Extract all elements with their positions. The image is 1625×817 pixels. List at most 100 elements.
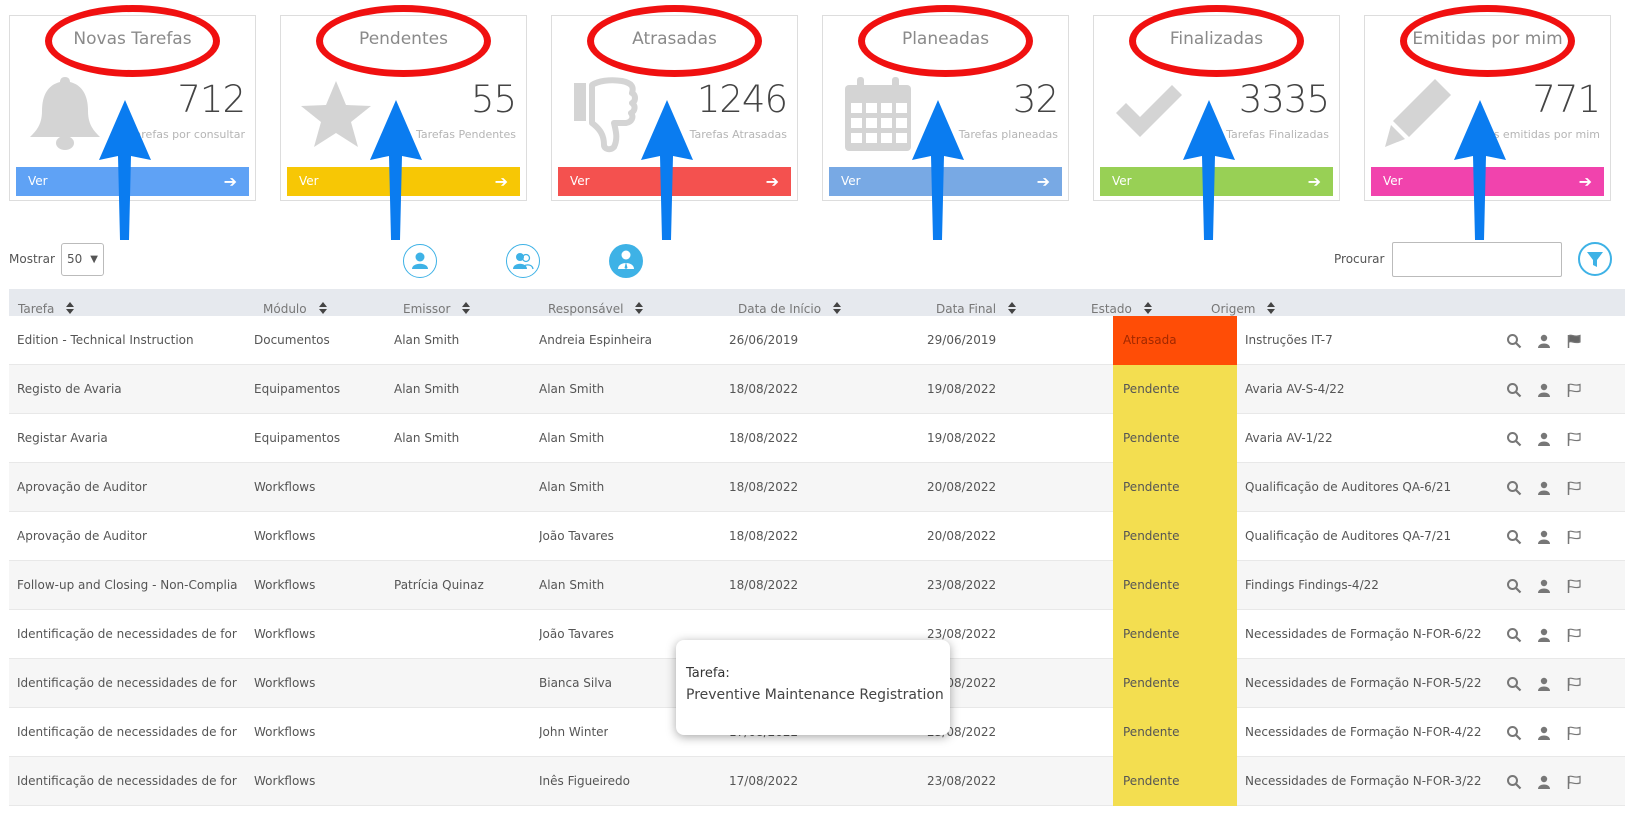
search-icon[interactable]	[1506, 725, 1522, 741]
table-row[interactable]: Registo de Avaria Equipamentos Alan Smith A…	[9, 365, 1625, 414]
view-button[interactable]: Ver ➔	[829, 167, 1062, 196]
flag-icon[interactable]	[1566, 676, 1582, 692]
table-row[interactable]: Follow-up and Closing - Non-Complia... Wo…	[9, 561, 1625, 610]
user-icon[interactable]	[1536, 578, 1552, 594]
search-icon[interactable]	[1506, 676, 1522, 692]
cell-origem: Instruções IT-7	[1245, 333, 1333, 347]
user-icon[interactable]	[1536, 725, 1552, 741]
cell-responsavel: Andreia Espinheira	[539, 333, 652, 347]
cell-origem: Findings Findings-4/22	[1245, 578, 1379, 592]
user-icon[interactable]	[1536, 627, 1552, 643]
cell-modulo: Workflows	[254, 578, 316, 592]
flag-icon[interactable]	[1566, 529, 1582, 545]
card-title: Planeadas	[901, 29, 990, 49]
cell-origem: Avaria AV-S-4/22	[1245, 382, 1345, 396]
view-button[interactable]: Ver ➔	[287, 167, 520, 196]
view-button-label: Ver	[299, 174, 319, 188]
flag-icon[interactable]	[1566, 578, 1582, 594]
user-icon[interactable]	[1536, 480, 1552, 496]
column-header-label: Responsável	[548, 302, 624, 316]
table-row[interactable]: Edition - Technical Instruction Documento…	[9, 316, 1625, 365]
cell-origem: Necessidades de Formação N-FOR-3/22	[1245, 774, 1482, 788]
cell-inicio: 26/06/2019	[729, 333, 799, 347]
summary-card: Emitidas por mim 771 as emitidas por mim Ve…	[1364, 15, 1611, 201]
search-icon[interactable]	[1506, 627, 1522, 643]
view-button[interactable]: Ver ➔	[1371, 167, 1604, 196]
column-header-label: Estado	[1091, 302, 1132, 316]
card-subtitle: Tarefas Pendentes	[415, 128, 516, 141]
table-row[interactable]: Aprovação de Auditor Workflows Alan Smith 1…	[9, 463, 1625, 512]
user-icon[interactable]	[1536, 333, 1552, 349]
cell-final: 29/06/2019	[927, 333, 997, 347]
summary-card: Finalizadas 3335 Tarefas Finalizadas Ver ➔	[1093, 15, 1340, 201]
search-input[interactable]	[1392, 242, 1562, 277]
cell-final: 23/08/2022	[927, 578, 997, 592]
cell-responsavel: Inês Figueiredo	[539, 774, 630, 788]
flag-icon[interactable]	[1566, 333, 1582, 349]
cell-tarefa: Edition - Technical Instruction	[17, 333, 194, 347]
card-value: 3335	[1238, 78, 1330, 121]
cell-modulo: Workflows	[254, 774, 316, 788]
user-icon[interactable]	[1536, 431, 1552, 447]
filter-button[interactable]	[1578, 242, 1612, 276]
column-header-label: Tarefa	[18, 302, 55, 316]
arrow-right-icon: ➔	[1036, 172, 1050, 191]
card-title: Emitidas por mim	[1412, 29, 1563, 49]
table-row[interactable]: Aprovação de Auditor Workflows João Tavare…	[9, 512, 1625, 561]
search-icon[interactable]	[1506, 774, 1522, 790]
summary-card: Atrasadas 1246 Tarefas Atrasadas Ver ➔	[551, 15, 798, 201]
cell-modulo: Workflows	[254, 529, 316, 543]
cell-origem: Necessidades de Formação N-FOR-5/22	[1245, 676, 1482, 690]
arrow-right-icon: ➔	[765, 172, 779, 191]
flag-icon[interactable]	[1566, 480, 1582, 496]
table-row[interactable]: Registar Avaria Equipamentos Alan Smith Ala…	[9, 414, 1625, 463]
tooltip-label: Tarefa:	[686, 666, 730, 681]
flag-icon[interactable]	[1566, 382, 1582, 398]
card-subtitle: Tarefas Atrasadas	[689, 128, 787, 141]
card-value: 712	[177, 78, 246, 121]
cell-modulo: Workflows	[254, 480, 316, 494]
cell-tarefa: Registo de Avaria	[17, 382, 122, 396]
arrow-right-icon: ➔	[494, 172, 508, 191]
table-row[interactable]: Identificação de necessidades de form...…	[9, 757, 1625, 806]
view-button[interactable]: Ver ➔	[1100, 167, 1333, 196]
group-tasks-button[interactable]	[506, 244, 540, 278]
user-icon[interactable]	[1536, 382, 1552, 398]
cell-tarefa: Identificação de necessidades de form...	[17, 725, 237, 739]
cell-inicio: 18/08/2022	[729, 480, 799, 494]
search-icon[interactable]	[1506, 480, 1522, 496]
flag-icon[interactable]	[1566, 725, 1582, 741]
user-icon[interactable]	[1536, 529, 1552, 545]
cell-responsavel: João Tavares	[539, 529, 614, 543]
view-button-label: Ver	[28, 174, 48, 188]
cell-responsavel: John Winter	[539, 725, 609, 739]
search-icon[interactable]	[1506, 529, 1522, 545]
card-title: Novas Tarefas	[73, 29, 192, 49]
search-icon[interactable]	[1506, 382, 1522, 398]
flag-icon[interactable]	[1566, 627, 1582, 643]
cell-responsavel: João Tavares	[539, 627, 614, 641]
search-icon[interactable]	[1506, 431, 1522, 447]
my-tasks-button[interactable]	[403, 244, 437, 278]
cell-origem: Qualificação de Auditores QA-6/21	[1245, 480, 1452, 494]
search-icon[interactable]	[1506, 578, 1522, 594]
card-value: 771	[1532, 78, 1601, 121]
bell-icon	[28, 73, 103, 155]
user-icon[interactable]	[1536, 676, 1552, 692]
user-icon[interactable]	[1536, 774, 1552, 790]
calendar-icon	[841, 73, 916, 155]
cell-responsavel: Alan Smith	[539, 382, 605, 396]
cell-tarefa: Identificação de necessidades de form...	[17, 627, 237, 641]
star-icon	[299, 73, 374, 155]
card-value: 1246	[696, 78, 788, 121]
cell-origem: Necessidades de Formação N-FOR-6/22	[1245, 627, 1482, 641]
view-button[interactable]: Ver ➔	[558, 167, 791, 196]
search-icon[interactable]	[1506, 333, 1522, 349]
page-size-select[interactable]: 50 ▼	[61, 243, 104, 276]
view-button[interactable]: Ver ➔	[16, 167, 249, 196]
flag-icon[interactable]	[1566, 431, 1582, 447]
flag-icon[interactable]	[1566, 774, 1582, 790]
all-tasks-button[interactable]	[609, 244, 643, 278]
status-badge: Pendente	[1113, 659, 1237, 708]
filter-icon	[1587, 252, 1603, 267]
